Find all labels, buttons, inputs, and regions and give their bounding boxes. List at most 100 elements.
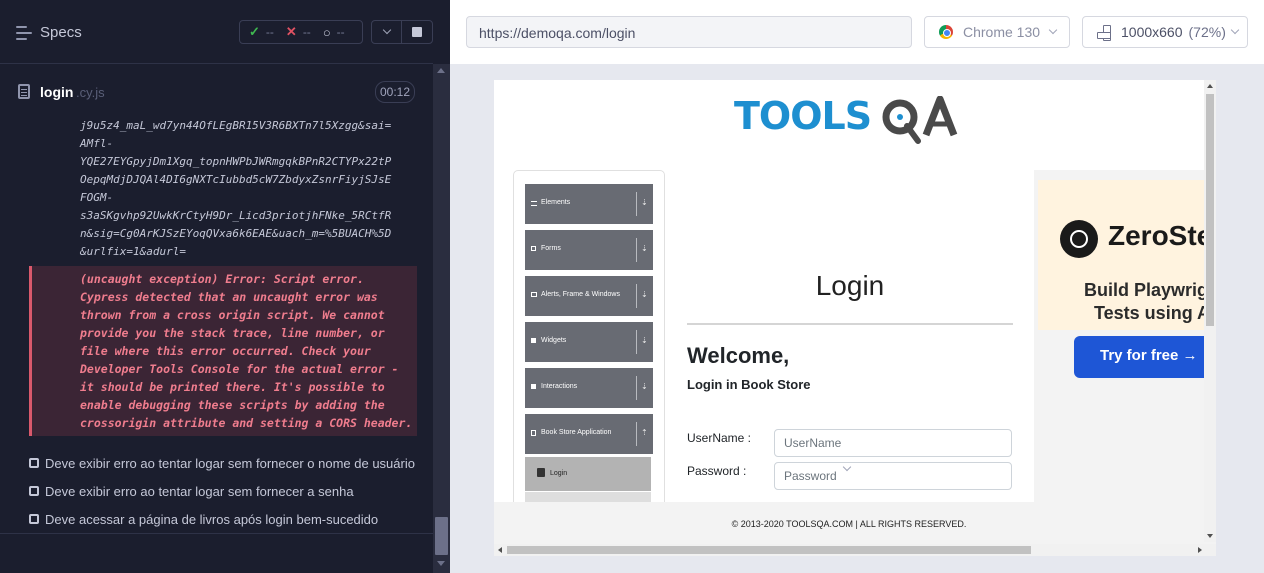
divider [0,533,433,534]
divider [687,323,1013,325]
username-input[interactable]: UserName [774,429,1012,457]
specs-list-icon[interactable] [16,26,32,40]
menu-group-interactions[interactable]: Interactions ⇣ [525,368,653,408]
error-line: file where this error occurred. Check yo… [80,344,371,358]
chevron-down-icon [1230,25,1240,35]
viewport-size: 1000x660 [1121,24,1183,40]
pending-count: -- [336,25,345,39]
welcome-heading: Welcome, [687,343,790,368]
download-icon: ⇣ [641,198,648,207]
ad-headline: Build Playwright [1084,280,1216,300]
forms-icon [531,246,536,251]
log-line: YQE27EYGpyjDm1Xgq_topnHWPbJWRmgqkBPnR2CT… [80,155,392,168]
command-log-panel: Specs ✓ -- ✕ -- ○ -- login .cy.js 00:12 … [0,0,450,573]
collapse-button[interactable] [372,21,403,43]
preview-toolbar: https://demoqa.com/login Chrome 130 1000… [450,0,1264,64]
zerostep-logo-icon [1060,220,1098,258]
test-stats: ✓ -- ✕ -- ○ -- [239,20,363,44]
menu-group-book-store[interactable]: Book Store Application ⇡ [525,414,653,454]
test-item[interactable]: Deve exibir erro ao tentar logar sem for… [29,481,354,501]
menu-group-label: Forms [541,245,561,252]
download-icon: ⇣ [641,336,648,345]
download-icon: ⇣ [641,290,648,299]
pending-test-icon [29,486,39,496]
test-title: Deve acessar a página de livros após log… [45,511,379,527]
viewport-scale: (72%) [1188,24,1226,40]
uncaught-exception-error[interactable]: (uncaught exception) Error: Script error… [29,266,417,436]
advertisement[interactable]: ZeroStep Build Playwright Tests using AI… [1034,170,1216,556]
url-bar[interactable]: https://demoqa.com/login [466,16,912,48]
password-label: Password : [687,464,747,478]
password-input[interactable]: Password [774,462,1012,490]
menu-group-label: Widgets [541,337,567,344]
menu-item-login[interactable]: Login [525,457,651,491]
scroll-up-arrow[interactable] [437,68,445,73]
upload-icon: ⇡ [641,428,648,437]
pending-test-icon [29,458,39,468]
error-line: it should be printed there. It's possibl… [80,380,385,394]
chrome-icon [939,25,953,39]
ad-banner[interactable]: ZeroStep Build Playwright Tests using AI [1038,180,1216,330]
viewport-selector[interactable]: 1000x660 (72%) [1082,16,1248,48]
menu-group-elements[interactable]: Elements ⇣ [525,184,653,224]
scrollbar-thumb[interactable] [435,517,448,555]
menu-group-widgets[interactable]: Widgets ⇣ [525,322,653,362]
qa-logo-icon [882,96,958,144]
book-icon [531,430,536,436]
specs-header: Specs ✓ -- ✕ -- ○ -- [0,0,433,64]
spec-duration-badge: 00:12 [375,81,415,103]
log-line: &urlfix=1&adurl= [80,245,186,258]
scroll-left-arrow[interactable] [498,547,502,553]
test-item[interactable]: Deve acessar a página de livros após log… [29,509,378,529]
test-title: Deve exibir erro ao tentar logar sem for… [45,483,354,499]
log-line: FOGM- [80,191,114,204]
scroll-right-arrow[interactable] [1198,547,1202,553]
spec-file-ext: .cy.js [76,85,105,100]
passed-count: -- [265,25,274,39]
try-for-free-button[interactable]: Try for free → [1074,336,1216,378]
test-item[interactable]: Deve exibir erro ao tentar logar sem for… [29,453,415,473]
ad-brand: ZeroStep [1108,220,1216,251]
scroll-down-arrow[interactable] [1207,534,1213,538]
command-log-scrollbar[interactable] [433,64,450,573]
menu-group-alerts[interactable]: Alerts, Frame & Windows ⇣ [525,276,653,316]
divider [636,284,637,308]
error-line: enable debugging these scripts by adding… [80,398,385,412]
divider [636,330,637,354]
error-line: thrown from a cross origin script. We ca… [80,308,385,322]
grid-icon [531,338,536,343]
menu-item-label: Login [550,470,568,477]
download-icon: ⇣ [641,244,648,253]
grid-icon [531,384,536,389]
scrollbar-thumb[interactable] [1206,94,1214,326]
document-icon [18,84,30,99]
login-subtitle: Login in Book Store [687,377,811,392]
app-under-test-frame: TOOLS Elements ⇣ Forms ⇣ Alerts, Frame &… [494,80,1216,556]
failed-stat: ✕ -- [286,24,311,40]
username-label: UserName : [687,431,752,445]
scroll-up-arrow[interactable] [1207,84,1213,88]
log-line: AMfl- [80,137,114,150]
divider [636,376,637,400]
failed-count: -- [302,25,311,39]
browser-selector[interactable]: Chrome 130 [924,16,1070,48]
ad-headline: Tests using AI [1094,303,1216,323]
stop-button[interactable] [402,21,432,43]
passed-stat: ✓ -- [249,24,274,40]
menu-group-label: Book Store Application [541,429,612,436]
log-line: j9u5z4_maL_wd7yn44OfLEgBR15V3R6BXTn7l5Xz… [80,119,392,132]
menu-group-forms[interactable]: Forms ⇣ [525,230,653,270]
specs-title[interactable]: Specs [40,24,82,41]
pending-stat: ○ -- [323,25,345,40]
footer: © 2013-2020 TOOLSQA.COM | ALL RIGHTS RES… [494,502,1204,544]
frame-horizontal-scrollbar[interactable] [494,544,1216,556]
log-line: n&sig=Cg0ArKJSzEYoqQVxa6k6EAE&uach_m=%5B… [80,227,392,240]
chevron-down-icon [382,25,391,35]
toolsqa-logo[interactable]: TOOLS [734,92,969,144]
spec-file-header[interactable]: login .cy.js 00:12 [0,72,433,112]
scroll-down-arrow[interactable] [437,561,445,566]
menu-group-label: Interactions [541,383,578,390]
frame-vertical-scrollbar[interactable] [1204,80,1216,542]
error-line: Developer Tools Console for the actual e… [80,362,399,376]
scrollbar-thumb[interactable] [507,546,1031,554]
